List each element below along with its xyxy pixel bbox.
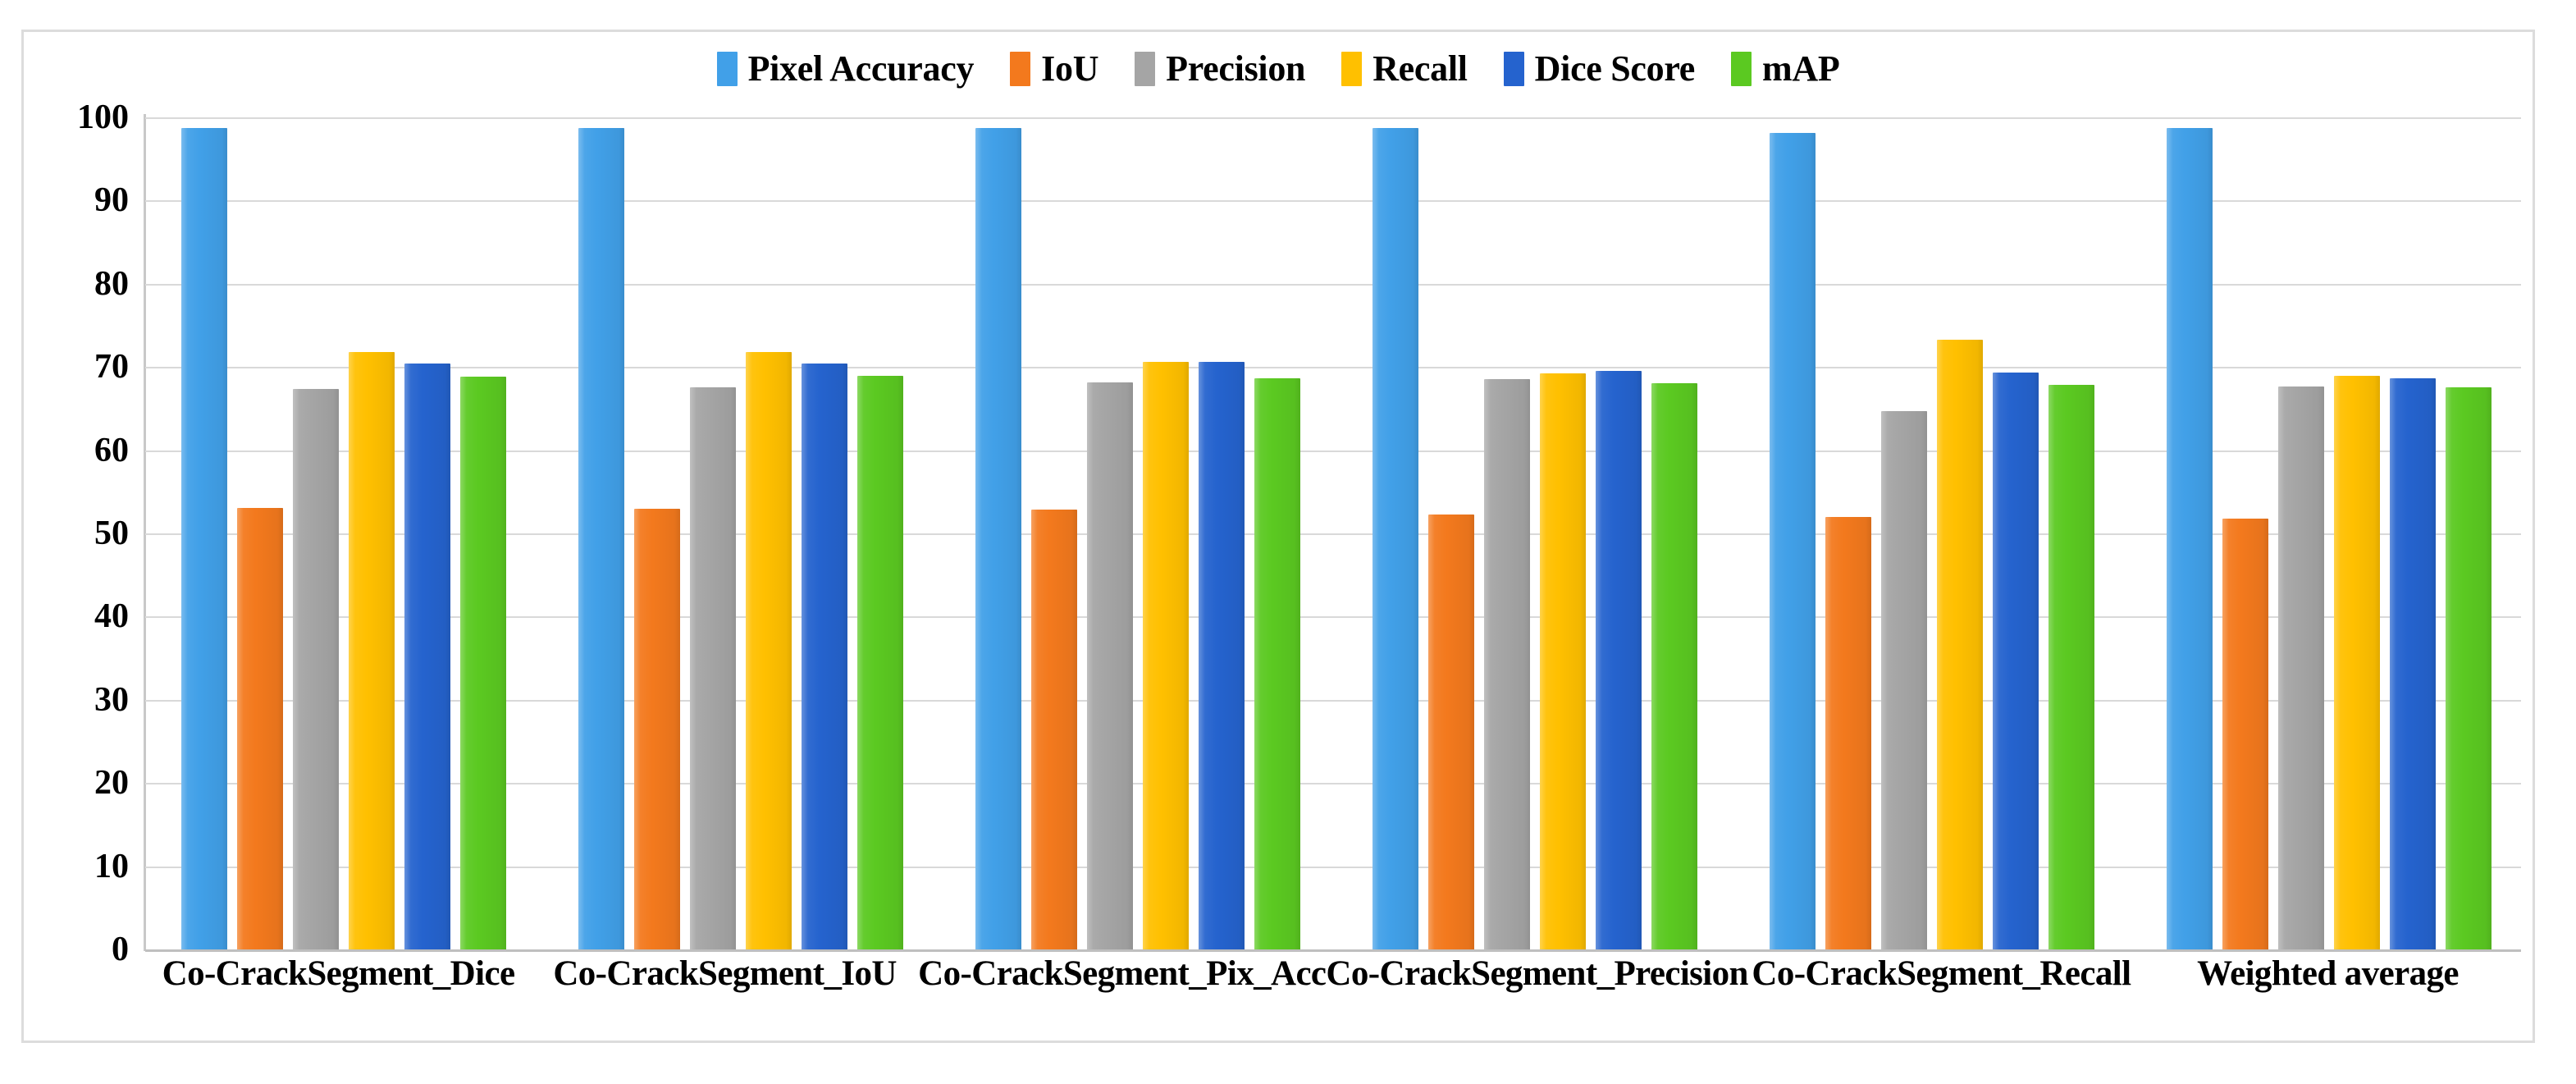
x-axis-tick-labels: Co-CrackSegment_Dice Co-CrackSegment_IoU C… bbox=[145, 956, 2521, 1027]
x-tick-label: Co-CrackSegment_Pix_Acc bbox=[918, 954, 1327, 993]
y-tick-label: 60 bbox=[94, 431, 129, 469]
bar[interactable] bbox=[634, 508, 680, 950]
bar[interactable] bbox=[1881, 410, 1927, 950]
legend-item-label: Recall bbox=[1372, 48, 1468, 89]
gridline-0 bbox=[145, 949, 2521, 952]
bar[interactable] bbox=[1993, 373, 2039, 949]
y-tick-label: 0 bbox=[112, 931, 129, 968]
y-tick-label: 10 bbox=[94, 847, 129, 885]
legend-swatch-icon bbox=[1010, 52, 1031, 86]
bar[interactable] bbox=[1031, 509, 1077, 950]
bar-group bbox=[542, 117, 939, 950]
legend-swatch-icon bbox=[716, 52, 738, 86]
bar[interactable] bbox=[2167, 128, 2213, 949]
legend-swatch-icon bbox=[1731, 52, 1752, 86]
legend-swatch-icon bbox=[1341, 52, 1363, 86]
y-tick-label: 20 bbox=[94, 764, 129, 803]
bar-group bbox=[1733, 117, 2131, 950]
legend-swatch-icon bbox=[1503, 52, 1524, 86]
x-tick-label: Weighted average bbox=[2197, 954, 2459, 993]
x-tick-label: Co-CrackSegment_Dice bbox=[162, 954, 515, 993]
bar[interactable] bbox=[237, 507, 283, 950]
legend-swatch-icon bbox=[1135, 52, 1156, 86]
y-tick-label: 40 bbox=[94, 597, 129, 636]
chart-legend: Pixel Accuracy IoU Precision Recall Dice Sco… bbox=[24, 39, 2533, 99]
bar-group bbox=[939, 117, 1336, 950]
bar[interactable] bbox=[1087, 382, 1133, 949]
bar[interactable] bbox=[2222, 518, 2268, 950]
legend-item-precision[interactable]: Precision bbox=[1135, 51, 1305, 87]
bar[interactable] bbox=[1770, 133, 1816, 949]
bar[interactable] bbox=[857, 376, 903, 949]
bar[interactable] bbox=[746, 351, 792, 950]
bar[interactable] bbox=[2446, 386, 2492, 950]
legend-item-label: Dice Score bbox=[1534, 48, 1696, 89]
bar-groups bbox=[145, 117, 2521, 950]
legend-item-dice-score[interactable]: Dice Score bbox=[1503, 48, 1696, 89]
legend-item-iou[interactable]: IoU bbox=[1010, 51, 1098, 87]
legend-item-label: IoU bbox=[1041, 48, 1099, 89]
bar[interactable] bbox=[802, 364, 847, 949]
legend-item-label: mAP bbox=[1762, 48, 1840, 89]
bar[interactable] bbox=[1825, 516, 1871, 950]
bar[interactable] bbox=[1254, 378, 1300, 949]
bar[interactable] bbox=[975, 128, 1021, 949]
legend-item-recall[interactable]: Recall bbox=[1341, 48, 1468, 89]
y-axis-tick-labels: 100 90 80 70 60 50 40 30 20 10 0 bbox=[24, 100, 129, 967]
bar[interactable] bbox=[460, 377, 506, 949]
bar[interactable] bbox=[293, 388, 339, 950]
bar-group bbox=[2131, 117, 2528, 950]
bar[interactable] bbox=[1937, 339, 1983, 950]
y-tick-label: 80 bbox=[94, 264, 129, 303]
bar-chart-card: Pixel Accuracy IoU Precision Recall Dice Sco… bbox=[21, 30, 2535, 1043]
bar[interactable] bbox=[1596, 371, 1642, 949]
bar[interactable] bbox=[2048, 384, 2094, 949]
legend-item-pixel-accuracy[interactable]: Pixel Accuracy bbox=[716, 48, 975, 89]
bar[interactable] bbox=[2390, 378, 2436, 949]
bar[interactable] bbox=[690, 386, 736, 950]
bar[interactable] bbox=[578, 128, 624, 949]
x-tick-label: Co-CrackSegment_IoU bbox=[553, 954, 897, 993]
bar[interactable] bbox=[1484, 379, 1530, 949]
y-tick-label: 70 bbox=[94, 348, 129, 386]
bar[interactable] bbox=[349, 351, 395, 950]
plot-area bbox=[145, 117, 2521, 952]
bar[interactable] bbox=[1651, 383, 1697, 949]
bar-group bbox=[1336, 117, 1733, 950]
bar[interactable] bbox=[2278, 386, 2324, 950]
bar[interactable] bbox=[1143, 362, 1189, 949]
bar-group bbox=[145, 117, 542, 950]
x-tick-label: Co-CrackSegment_Precision bbox=[1326, 954, 1748, 993]
bar[interactable] bbox=[1199, 362, 1245, 949]
x-tick-label: Co-CrackSegment_Recall bbox=[1752, 954, 2131, 993]
legend-item-label: Precision bbox=[1166, 48, 1306, 89]
bar[interactable] bbox=[1540, 373, 1586, 949]
y-tick-label: 50 bbox=[94, 515, 129, 552]
bar[interactable] bbox=[404, 364, 450, 949]
legend-item-map[interactable]: mAP bbox=[1731, 48, 1840, 89]
bar[interactable] bbox=[1428, 514, 1474, 950]
y-tick-label: 100 bbox=[77, 98, 129, 136]
bar[interactable] bbox=[181, 128, 227, 949]
bar[interactable] bbox=[2334, 376, 2380, 949]
legend-item-label: Pixel Accuracy bbox=[747, 48, 975, 89]
y-tick-label: 30 bbox=[94, 680, 129, 719]
y-tick-label: 90 bbox=[94, 181, 129, 220]
bar[interactable] bbox=[1372, 128, 1418, 949]
